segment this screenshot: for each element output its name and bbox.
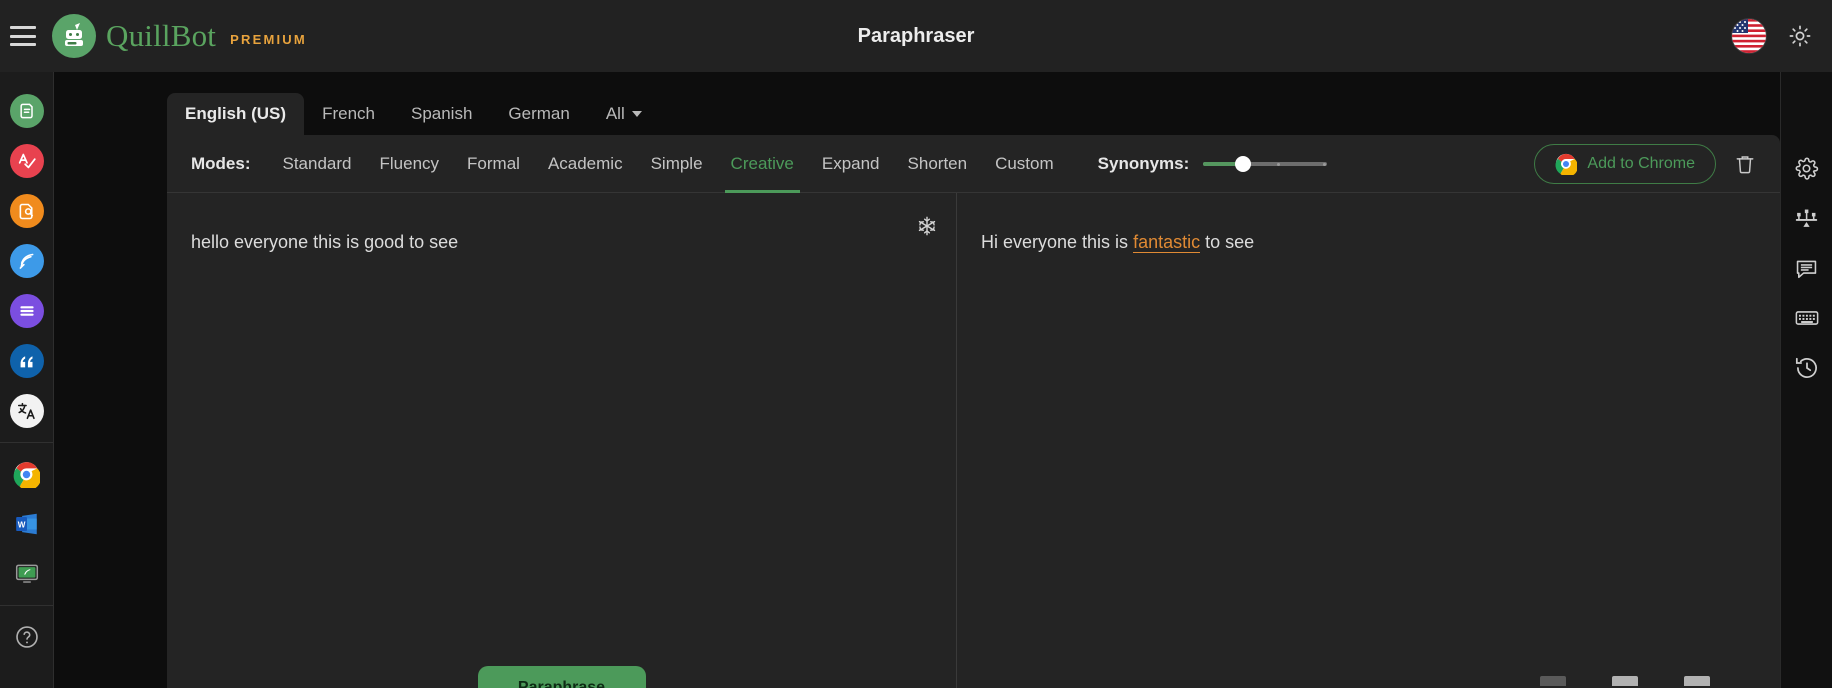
brand[interactable]: QuillBot PREMIUM: [52, 14, 307, 58]
sidebar-item-help[interactable]: [0, 612, 53, 662]
microsoft-word-icon: W: [10, 507, 44, 541]
language-tab-all-label: All: [605, 104, 625, 123]
output-pane[interactable]: Hi everyone this is fantastic to see: [957, 193, 1780, 688]
sidebar-item-translator[interactable]: [0, 386, 53, 436]
quillbot-paraphraser-app: QuillBot PREMIUM Paraphraser W English (…: [0, 0, 1832, 688]
hamburger-menu-icon[interactable]: [10, 26, 36, 46]
quill-pen-icon: [9, 244, 44, 278]
sidebar-item-chrome-extension[interactable]: [0, 449, 53, 499]
slider-fill: [1203, 161, 1237, 166]
rail-divider-1: [0, 442, 53, 443]
mode-bar-actions: Add to Chrome: [1534, 135, 1756, 193]
brightness-sun-icon[interactable]: [1782, 18, 1818, 54]
sidebar-item-plagiarism-checker[interactable]: [0, 186, 53, 236]
brand-name: QuillBot: [106, 18, 217, 53]
chrome-logo-icon: [10, 457, 44, 491]
left-tool-rail: W: [0, 72, 54, 688]
quillbot-logo-icon: [52, 14, 96, 58]
sidebar-item-co-writer[interactable]: [0, 236, 53, 286]
sidebar-item-citation-generator[interactable]: [0, 336, 53, 386]
synonym-highlight[interactable]: fantastic: [1133, 232, 1201, 253]
mode-academic[interactable]: Academic: [534, 135, 637, 193]
mode-shorten[interactable]: Shorten: [894, 135, 982, 193]
mode-bar: Modes: Standard Fluency Formal Academic …: [167, 135, 1780, 193]
document-search-icon: [9, 194, 44, 228]
right-tool-rail: [1780, 72, 1832, 688]
rail-divider-2: [0, 605, 53, 606]
output-footer-icons: [1540, 676, 1710, 686]
input-text[interactable]: hello everyone this is good to see: [191, 229, 896, 256]
mode-custom[interactable]: Custom: [981, 135, 1068, 193]
sidebar-item-word-addin[interactable]: W: [0, 499, 53, 549]
mode-expand[interactable]: Expand: [808, 135, 894, 193]
copy-icon[interactable]: [1540, 676, 1566, 686]
comment-lines-icon[interactable]: [1793, 254, 1821, 282]
us-flag-icon[interactable]: [1732, 19, 1766, 53]
quote-marks-icon: [9, 344, 44, 378]
language-tab-all[interactable]: All: [588, 93, 660, 135]
clock-history-icon[interactable]: [1793, 354, 1821, 382]
top-bar-right-controls: [1732, 0, 1818, 72]
synonyms-slider[interactable]: [1203, 155, 1328, 173]
svg-text:W: W: [17, 520, 25, 529]
mode-fluency[interactable]: Fluency: [366, 135, 454, 193]
mode-formal[interactable]: Formal: [453, 135, 534, 193]
sidebar-item-paraphraser[interactable]: [0, 86, 53, 136]
language-tab-spanish[interactable]: Spanish: [393, 93, 490, 135]
spellcheck-a-check-icon: [9, 144, 44, 178]
keyboard-icon[interactable]: [1793, 304, 1821, 332]
add-to-chrome-button[interactable]: Add to Chrome: [1534, 144, 1716, 184]
mode-creative[interactable]: Creative: [717, 135, 808, 193]
sidebar-item-flow-app[interactable]: [0, 549, 53, 599]
document-refresh-icon: [9, 94, 44, 128]
synonyms-control: Synonyms:: [1098, 154, 1328, 174]
chrome-logo-icon: [1555, 153, 1578, 175]
slider-thumb[interactable]: [1234, 155, 1251, 172]
main-content: English (US) French Spanish German All M…: [54, 72, 1780, 688]
thumbs-icon[interactable]: [1612, 676, 1638, 686]
gear-icon[interactable]: [1793, 154, 1821, 182]
language-tabs: English (US) French Spanish German All: [167, 93, 660, 135]
output-text: Hi everyone this is fantastic to see: [981, 229, 1720, 256]
compare-balance-icon[interactable]: [1793, 204, 1821, 232]
language-tab-french[interactable]: French: [304, 93, 393, 135]
paraphrase-button[interactable]: Paraphrase: [477, 666, 646, 688]
input-pane[interactable]: hello everyone this is good to see Parap…: [167, 193, 957, 688]
trash-can-icon[interactable]: [1734, 153, 1756, 175]
download-icon[interactable]: [1684, 676, 1710, 686]
output-suffix: to see: [1200, 232, 1255, 252]
top-bar: QuillBot PREMIUM Paraphraser: [0, 0, 1832, 72]
premium-badge: PREMIUM: [230, 31, 307, 47]
sidebar-item-summarizer[interactable]: [0, 286, 53, 336]
editor-card: Modes: Standard Fluency Formal Academic …: [167, 135, 1780, 688]
slider-tick-end: [1323, 162, 1327, 166]
sidebar-item-grammar-checker[interactable]: [0, 136, 53, 186]
slider-tick-mid: [1277, 162, 1281, 166]
translate-icon: [9, 394, 44, 428]
add-to-chrome-label: Add to Chrome: [1587, 155, 1695, 172]
modes-label: Modes:: [191, 153, 251, 173]
mode-simple[interactable]: Simple: [637, 135, 717, 193]
language-tab-german[interactable]: German: [490, 93, 587, 135]
editor-panes: hello everyone this is good to see Parap…: [167, 193, 1780, 688]
monitor-quill-icon: [10, 557, 44, 591]
output-prefix: Hi everyone this is: [981, 232, 1134, 252]
synonyms-label: Synonyms:: [1097, 153, 1190, 173]
chevron-down-icon: [631, 111, 642, 117]
summarize-lines-icon: [9, 294, 44, 328]
snowflake-icon[interactable]: [916, 215, 938, 241]
mode-standard[interactable]: Standard: [269, 135, 366, 193]
language-tab-english-us[interactable]: English (US): [167, 93, 305, 135]
question-mark-circle-icon: [10, 620, 44, 654]
